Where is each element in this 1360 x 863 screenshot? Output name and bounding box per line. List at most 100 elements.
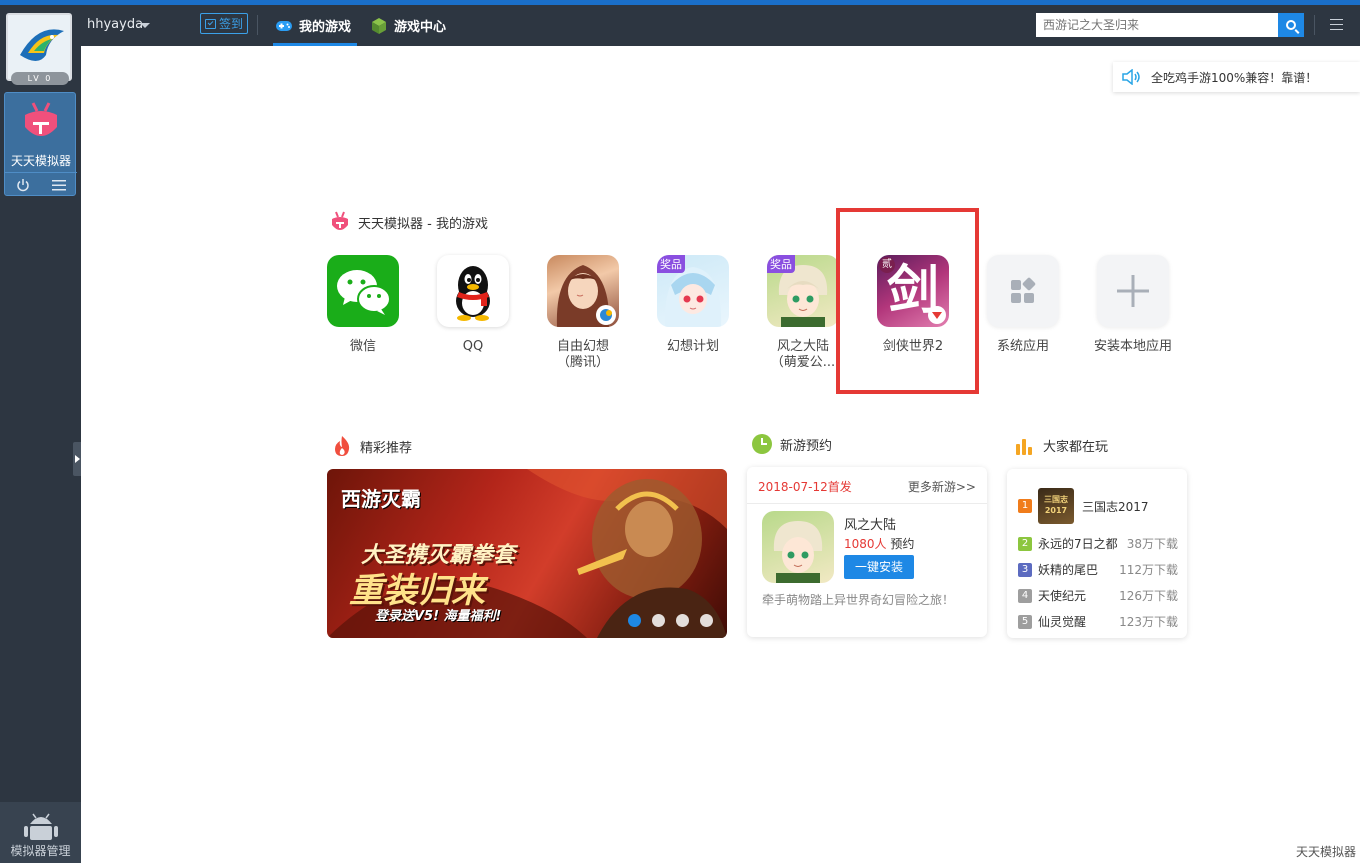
app-label: 安装本地应用 <box>1093 339 1172 354</box>
app-install-local[interactable]: 安装本地应用 <box>1083 255 1183 355</box>
game-thumb[interactable] <box>762 511 834 583</box>
app-wechat[interactable]: 微信 <box>313 255 413 355</box>
download-count: 38万下载 <box>1126 537 1178 551</box>
carousel-dot-active[interactable] <box>628 614 641 627</box>
wechat-icon <box>327 255 399 327</box>
game-name: 妖精的尾巴 <box>1038 563 1099 577</box>
bar-chart-icon <box>1016 438 1032 455</box>
tab-label: 我的游戏 <box>299 20 352 35</box>
rank-badge: 5 <box>1018 614 1032 629</box>
new-game-description: 牵手萌物踏上异世界奇幻冒险之旅！ <box>762 593 955 607</box>
app-label: QQ <box>462 339 484 354</box>
app-label: 系统应用 <box>996 339 1049 354</box>
popular-heading: 大家都在玩 <box>1015 436 1108 455</box>
game-name: 三国志2017 <box>1082 499 1149 514</box>
featured-banner[interactable]: 西游灭霸 大圣携灭霸拳套 重装归来 登录送V5! 海量福利! <box>327 469 727 638</box>
chevron-down-icon[interactable] <box>140 23 150 28</box>
reservation-suffix: 预约 <box>890 537 915 551</box>
sidebar: LV 0 天天模拟器 模拟器管理 <box>0 5 81 863</box>
speaker-icon <box>1122 69 1140 85</box>
section-title: 精彩推荐 <box>360 440 413 456</box>
sign-in-label: 签到 <box>218 17 243 31</box>
search-button[interactable] <box>1278 13 1304 37</box>
clock-icon <box>752 434 772 454</box>
app-huanxiang-jihua[interactable]: 奖品 幻想计划 <box>643 255 743 355</box>
cube-icon <box>372 17 386 34</box>
game-icon: 奖品 <box>767 255 839 327</box>
download-count: 112万下载 <box>1119 563 1178 577</box>
fish-avatar-icon <box>8 15 70 79</box>
release-date: 2018-07-12首发 <box>758 480 852 494</box>
app-system-apps[interactable]: 系统应用 <box>973 255 1073 355</box>
rank-badge: 1 <box>1018 499 1032 513</box>
plus-icon <box>1097 255 1169 327</box>
calendar-check-icon <box>204 18 216 29</box>
android-icon <box>23 813 58 840</box>
app-label: 微信 <box>349 339 376 354</box>
app-ziyou-huanxiang[interactable]: 自由幻想 （腾讯） <box>533 255 633 371</box>
download-count: 123万下载 <box>1119 615 1178 629</box>
footer-watermark: 天天模拟器 <box>1296 845 1357 859</box>
game-name: 仙灵觉醒 <box>1038 615 1087 629</box>
tiantian-logo-icon <box>25 102 57 136</box>
sidebar-item-tiantian[interactable]: 天天模拟器 <box>4 92 77 196</box>
divider <box>257 15 258 35</box>
popular-item[interactable]: 5 仙灵觉醒 123万下载 <box>1018 613 1178 630</box>
flame-icon <box>335 436 350 456</box>
banner-subtitle: 登录送V5! 海量福利! <box>375 609 502 624</box>
rank-badge: 2 <box>1018 536 1032 551</box>
emulator-manager-button[interactable]: 模拟器管理 <box>0 802 81 863</box>
search-input[interactable] <box>1036 13 1278 37</box>
app-qq[interactable]: QQ <box>423 255 523 355</box>
notice-bar[interactable]: 全吃鸡手游100%兼容！靠谱！ <box>1113 62 1360 92</box>
power-icon[interactable] <box>16 178 30 192</box>
download-count: 126万下载 <box>1119 589 1178 603</box>
reservation-count: 1080人 预约 <box>844 535 914 552</box>
tab-label: 游戏中心 <box>394 20 447 35</box>
featured-heading: 精彩推荐 <box>332 435 412 457</box>
avatar[interactable] <box>6 13 72 81</box>
divider <box>1314 15 1315 35</box>
sidebar-app-label: 天天模拟器 <box>10 154 71 168</box>
carousel-dot[interactable] <box>700 614 713 627</box>
my-games-heading: 天天模拟器 - 我的游戏 <box>330 211 488 233</box>
sidebar-toggle-handle[interactable] <box>73 442 81 476</box>
popular-item-top[interactable]: 1 三国志 2017 三国志2017 <box>1018 488 1149 524</box>
list-menu-icon[interactable] <box>52 179 66 191</box>
username[interactable]: hhyayda <box>87 17 143 32</box>
menu-icon[interactable] <box>1330 19 1343 30</box>
popular-item[interactable]: 3 妖精的尾巴 112万下载 <box>1018 561 1178 578</box>
section-title: 新游预约 <box>780 438 833 454</box>
new-games-heading: 新游预约 <box>752 434 832 454</box>
popular-card: 1 三国志 2017 三国志2017 2 永远的7日之都 38万下载 3 妖精的… <box>1007 469 1187 638</box>
new-game-name[interactable]: 风之大陆 <box>844 514 896 533</box>
search-icon <box>1286 20 1296 30</box>
rank-badge: 3 <box>1018 562 1032 577</box>
reservation-number: 1080人 <box>844 537 887 551</box>
prize-badge: 奖品 <box>657 255 685 273</box>
tab-game-center[interactable]: 游戏中心 <box>370 5 446 46</box>
section-title: 大家都在玩 <box>1043 440 1109 455</box>
tab-my-games[interactable]: 我的游戏 <box>272 5 358 46</box>
tiantian-logo-icon <box>332 211 348 230</box>
level-badge: LV 0 <box>11 72 69 85</box>
one-click-install-button[interactable]: 一键安装 <box>844 555 914 579</box>
gamepad-icon <box>276 20 292 31</box>
qq-penguin-icon <box>437 255 509 327</box>
carousel-dot[interactable] <box>676 614 689 627</box>
app-label: 幻想计划 <box>666 339 719 354</box>
emulator-manager-label: 模拟器管理 <box>10 844 71 858</box>
divider <box>747 503 987 504</box>
prize-badge: 奖品 <box>767 255 795 273</box>
game-icon <box>547 255 619 327</box>
carousel-dot[interactable] <box>652 614 665 627</box>
popular-item[interactable]: 2 永远的7日之都 38万下载 <box>1018 535 1178 552</box>
grid-icon <box>987 255 1059 327</box>
more-new-games-link[interactable]: 更多新游>> <box>908 478 976 495</box>
game-name: 天使纪元 <box>1038 589 1087 603</box>
top-bar: hhyayda 签到 我的游戏 游戏中心 <box>0 5 1360 46</box>
sign-in-button[interactable]: 签到 <box>200 13 248 34</box>
highlight-box <box>836 208 979 394</box>
app-label: 自由幻想 （腾讯） <box>556 339 609 370</box>
popular-item[interactable]: 4 天使纪元 126万下载 <box>1018 587 1178 604</box>
